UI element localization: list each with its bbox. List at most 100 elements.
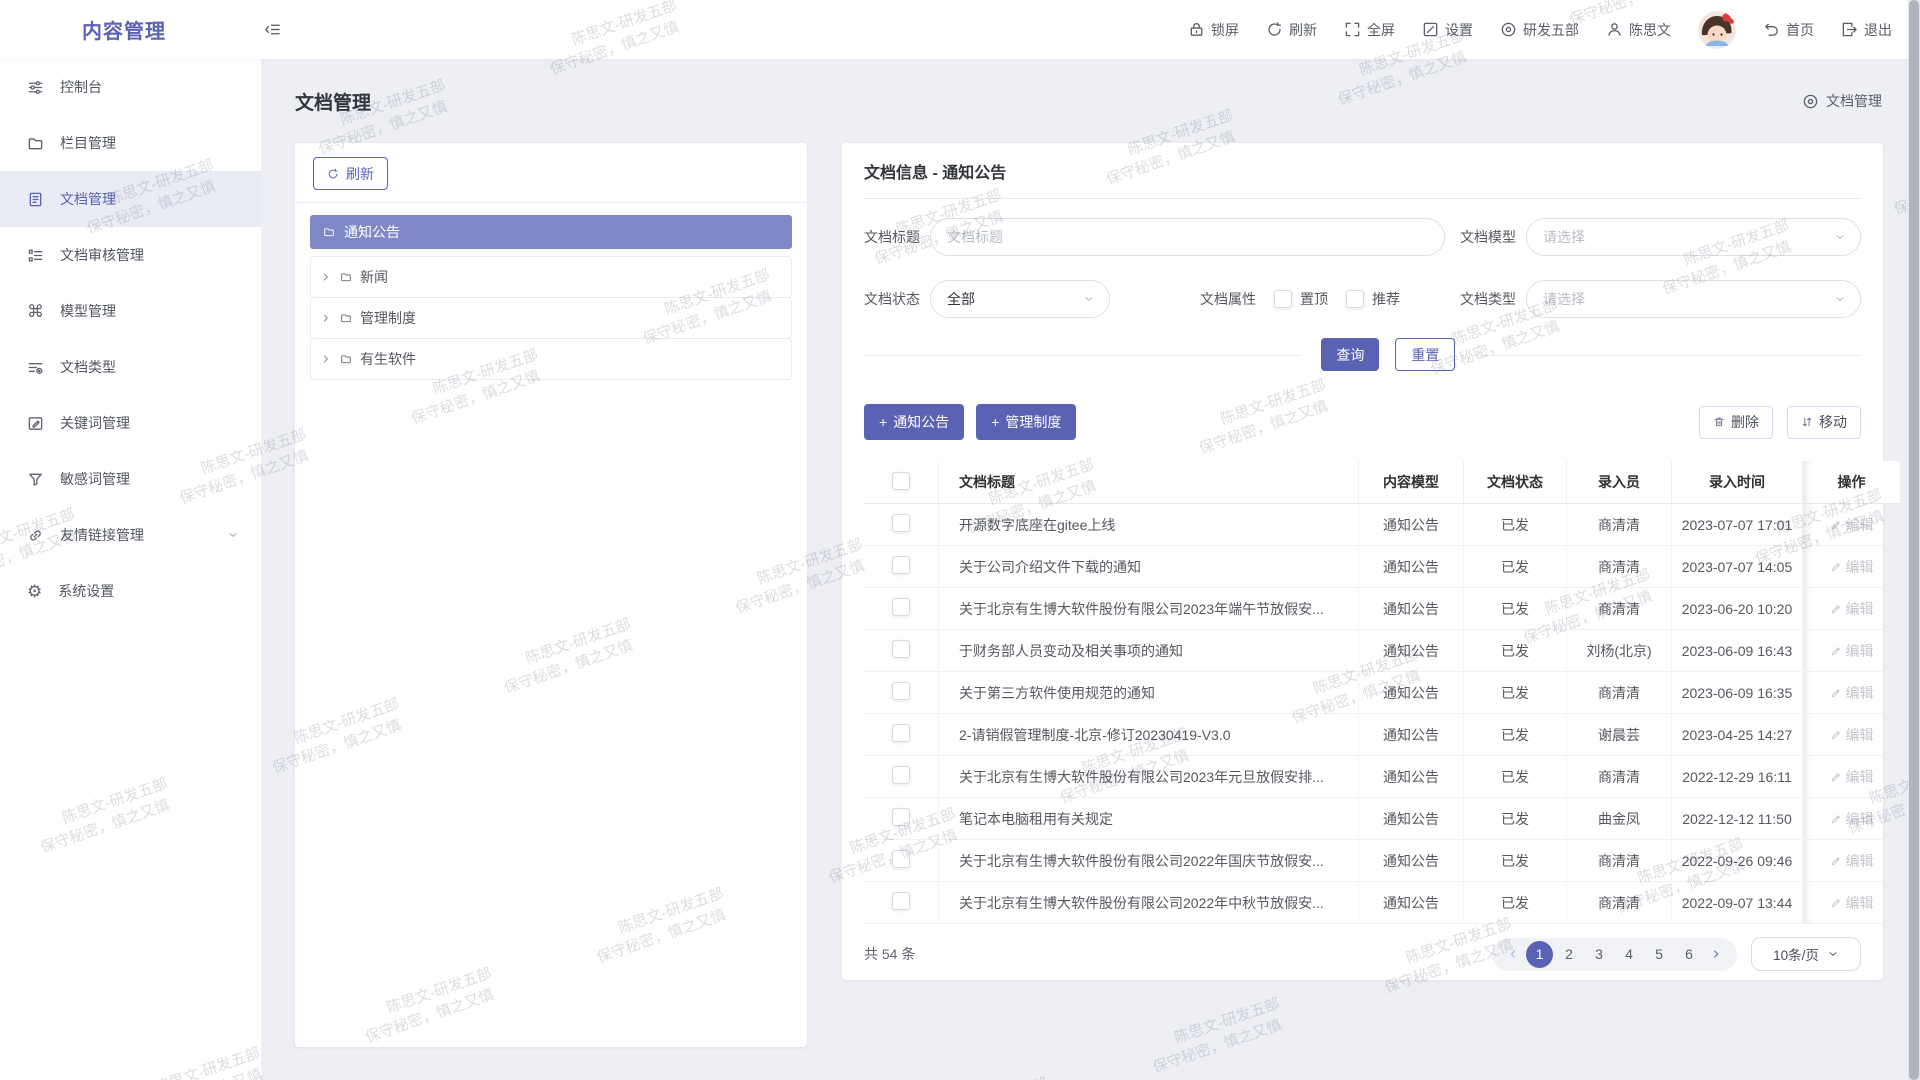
attr-top-checkbox-label[interactable]: 置顶 <box>1274 289 1328 309</box>
fullscreen-button[interactable]: 全屏 <box>1344 20 1395 40</box>
doc-title-input[interactable] <box>930 218 1445 256</box>
department-button[interactable]: 研发五部 <box>1500 20 1579 40</box>
caret-right-icon[interactable] <box>320 312 332 324</box>
sidebar-item-models[interactable]: ⌘ 模型管理 <box>0 283 261 339</box>
sidebar-item-doc-audit[interactable]: 文档审核管理 <box>0 227 261 283</box>
row-checkbox[interactable] <box>892 556 910 574</box>
edit-button[interactable]: 编辑 <box>1830 641 1874 661</box>
page-button[interactable]: 4 <box>1615 940 1643 968</box>
doc-title-cell[interactable]: 关于北京有生博大软件股份有限公司2023年端午节放假安... <box>939 588 1359 630</box>
tree-node-selected[interactable]: 通知公告 <box>310 215 792 249</box>
user-button[interactable]: 陈思文 <box>1606 20 1671 40</box>
doc-type-select[interactable]: 请选择 <box>1526 280 1861 318</box>
row-checkbox[interactable] <box>892 850 910 868</box>
caret-right-icon[interactable] <box>320 353 332 365</box>
table-row[interactable]: 关于第三方软件使用规范的通知 通知公告 已发 商清清 2023-06-09 16… <box>864 672 1900 714</box>
reset-button[interactable]: 重置 <box>1395 338 1455 371</box>
sidebar-item-console[interactable]: 控制台 <box>0 59 261 115</box>
settings-button[interactable]: 设置 <box>1422 20 1473 40</box>
page-button[interactable]: 6 <box>1675 940 1703 968</box>
add-notice-button[interactable]: +通知公告 <box>864 404 964 440</box>
tree-node[interactable]: 新闻 <box>310 256 792 298</box>
tree-node[interactable]: 有生软件 <box>310 338 792 380</box>
edit-button[interactable]: 编辑 <box>1830 599 1874 619</box>
doc-title-cell[interactable]: 2-请销假管理制度-北京-修订20230419-V3.0 <box>939 714 1359 756</box>
delete-button[interactable]: 删除 <box>1699 406 1773 439</box>
page-button[interactable]: 5 <box>1645 940 1673 968</box>
add-rule-button[interactable]: +管理制度 <box>976 404 1076 440</box>
refresh-button[interactable]: 刷新 <box>1266 20 1317 40</box>
doc-title-cell[interactable]: 于财务部人员变动及相关事项的通知 <box>939 630 1359 672</box>
doc-title-cell[interactable]: 关于北京有生博大软件股份有限公司2022年中秋节放假安... <box>939 882 1359 924</box>
table-row[interactable]: 关于公司介绍文件下载的通知 通知公告 已发 商清清 2023-07-07 14:… <box>864 546 1900 588</box>
sidebar-fold-button[interactable] <box>264 21 281 38</box>
doc-status-select[interactable]: 全部 <box>930 280 1110 318</box>
sidebar-item-documents[interactable]: 文档管理 <box>0 171 261 227</box>
edit-button[interactable]: 编辑 <box>1830 557 1874 577</box>
row-checkbox[interactable] <box>892 598 910 616</box>
sidebar-item-columns[interactable]: 栏目管理 <box>0 115 261 171</box>
scrollbar-thumb[interactable] <box>1909 0 1919 1080</box>
username-label: 陈思文 <box>1629 20 1671 40</box>
caret-right-icon[interactable] <box>320 271 332 283</box>
doc-title-cell[interactable]: 笔记本电脑租用有关规定 <box>939 798 1359 840</box>
row-checkbox[interactable] <box>892 640 910 658</box>
sidebar-item-doc-types[interactable]: 文档类型 <box>0 339 261 395</box>
sidebar-item-sensitive-words[interactable]: 敏感词管理 <box>0 451 261 507</box>
table-row[interactable]: 关于北京有生博大软件股份有限公司2023年端午节放假安... 通知公告 已发 商… <box>864 588 1900 630</box>
doc-model-select[interactable]: 请选择 <box>1526 218 1861 256</box>
doc-title-cell[interactable]: 关于第三方软件使用规范的通知 <box>939 672 1359 714</box>
search-button[interactable]: 查询 <box>1321 338 1379 371</box>
row-checkbox[interactable] <box>892 724 910 742</box>
sidebar-item-settings[interactable]: ⚙ 系统设置 <box>0 563 261 619</box>
home-button[interactable]: 首页 <box>1763 20 1814 40</box>
sidebar-item-links[interactable]: 友情链接管理 <box>0 507 261 563</box>
edit-button[interactable]: 编辑 <box>1830 893 1874 913</box>
row-checkbox[interactable] <box>892 766 910 784</box>
recommend-checkbox[interactable] <box>1346 290 1364 308</box>
edit-button[interactable]: 编辑 <box>1830 767 1874 787</box>
col-title: 文档标题 <box>939 461 1359 504</box>
row-checkbox[interactable] <box>892 514 910 532</box>
table-row[interactable]: 开源数字底座在gitee上线 通知公告 已发 商清清 2023-07-07 17… <box>864 504 1900 546</box>
table-row[interactable]: 于财务部人员变动及相关事项的通知 通知公告 已发 刘杨(北京) 2023-06-… <box>864 630 1900 672</box>
tree-node-label: 新闻 <box>360 267 388 287</box>
avatar[interactable] <box>1698 11 1736 49</box>
table-row[interactable]: 关于北京有生博大软件股份有限公司2023年元旦放假安排... 通知公告 已发 商… <box>864 756 1900 798</box>
table-row[interactable]: 关于北京有生博大软件股份有限公司2022年国庆节放假安... 通知公告 已发 商… <box>864 840 1900 882</box>
page-size-select[interactable]: 10条/页 <box>1751 937 1861 971</box>
edit-button[interactable]: 编辑 <box>1830 683 1874 703</box>
row-checkbox[interactable] <box>892 808 910 826</box>
page-scrollbar[interactable] <box>1908 0 1920 1080</box>
table-row[interactable]: 关于北京有生博大软件股份有限公司2022年中秋节放假安... 通知公告 已发 商… <box>864 882 1900 924</box>
tree-node[interactable]: 管理制度 <box>310 297 792 339</box>
tree-refresh-button[interactable]: 刷新 <box>313 157 388 190</box>
page-button[interactable]: 3 <box>1585 940 1613 968</box>
lock-screen-button[interactable]: 锁屏 <box>1188 20 1239 40</box>
delete-label: 删除 <box>1731 412 1759 432</box>
sidebar-item-keywords[interactable]: 关键词管理 <box>0 395 261 451</box>
edit-button[interactable]: 编辑 <box>1830 515 1874 535</box>
doc-title-cell[interactable]: 关于北京有生博大软件股份有限公司2023年元旦放假安排... <box>939 756 1359 798</box>
top-checkbox[interactable] <box>1274 290 1292 308</box>
doc-title-cell[interactable]: 开源数字底座在gitee上线 <box>939 504 1359 546</box>
breadcrumb[interactable]: 文档管理 <box>1802 91 1882 111</box>
edit-button[interactable]: 编辑 <box>1830 725 1874 745</box>
doc-title-cell[interactable]: 关于北京有生博大软件股份有限公司2022年国庆节放假安... <box>939 840 1359 882</box>
move-button[interactable]: 移动 <box>1787 406 1861 439</box>
attr-recommend-checkbox-label[interactable]: 推荐 <box>1346 289 1400 309</box>
doc-user-cell: 谢晨芸 <box>1567 714 1672 756</box>
select-all-checkbox[interactable] <box>892 472 910 490</box>
page-button[interactable]: 2 <box>1555 940 1583 968</box>
edit-button[interactable]: 编辑 <box>1830 809 1874 829</box>
doc-title-cell[interactable]: 关于公司介绍文件下载的通知 <box>939 546 1359 588</box>
row-checkbox[interactable] <box>892 892 910 910</box>
prev-page-button[interactable] <box>1502 948 1524 960</box>
table-row[interactable]: 2-请销假管理制度-北京-修订20230419-V3.0 通知公告 已发 谢晨芸… <box>864 714 1900 756</box>
page-button-active[interactable]: 1 <box>1526 941 1553 968</box>
exit-button[interactable]: 退出 <box>1841 20 1892 40</box>
next-page-button[interactable] <box>1705 948 1727 960</box>
edit-button[interactable]: 编辑 <box>1830 851 1874 871</box>
table-row[interactable]: 笔记本电脑租用有关规定 通知公告 已发 曲金凤 2022-12-12 11:50… <box>864 798 1900 840</box>
row-checkbox[interactable] <box>892 682 910 700</box>
